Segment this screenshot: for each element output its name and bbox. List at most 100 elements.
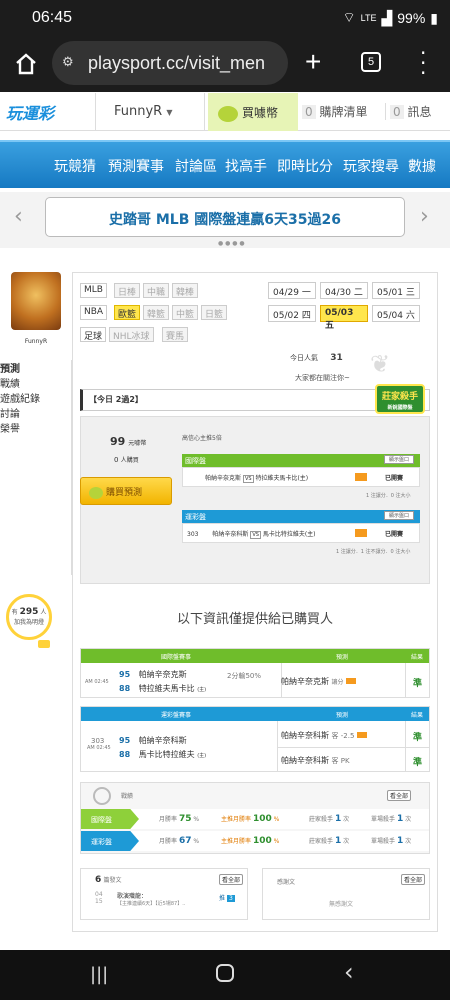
tab-switcher-button[interactable]: 5: [361, 52, 381, 72]
side-item-game-log[interactable]: 遊戲紀錄: [0, 390, 71, 405]
nav-find-expert[interactable]: 找高手: [225, 156, 267, 176]
site-settings-icon[interactable]: ⚙: [62, 54, 74, 70]
league-nhl[interactable]: NHL冰球: [109, 327, 154, 342]
profile-name: FunnyR: [24, 338, 48, 345]
user-menu[interactable]: FunnyR ▼: [95, 93, 205, 131]
league-tags: MLB 日棒 中職 韓棒 NBA 歐籃 韓籃 中籃 日籃 足球 NHL冰球 賽馬: [80, 283, 260, 343]
bet-results-table: 運彩盤賽事 預測 結果 303 AM 02:45 95 帕納辛奈科斯 88 馬卡…: [80, 706, 430, 772]
date-0504[interactable]: 05/04 六: [372, 305, 420, 322]
side-item-discuss[interactable]: 討論: [0, 405, 71, 420]
lock-icon: [355, 529, 367, 537]
clock: 06:45: [32, 9, 73, 26]
league-cba[interactable]: 中籃: [172, 305, 199, 320]
new-tab-icon[interactable]: +: [305, 46, 321, 78]
confidence-note: 高信心主推5倍: [182, 435, 222, 442]
league-euro-basketball[interactable]: 歐籃: [114, 305, 141, 320]
record-bet-row: 運彩盤 月勝率 67 % 主推月勝率 100 % 莊家殺手 1 次 單場殺手 1…: [81, 831, 429, 851]
browser-toolbar: ⚙ playsport.cc/visit_men + 5 · · ·: [0, 36, 450, 92]
date-0429[interactable]: 04/29 一: [268, 282, 316, 299]
signal-icon: ▟: [381, 9, 393, 26]
bet-show-odds-button[interactable]: 顯示盤口: [383, 511, 414, 520]
site-header: 玩運彩 FunnyR ▼ 買噱幣 0 購牌清單 0 訊息: [0, 93, 450, 131]
recent-apps-icon[interactable]: |||: [90, 964, 108, 985]
league-npb[interactable]: 日棒: [114, 283, 141, 298]
decor-leaf-icon: ❦: [370, 350, 391, 378]
intl-summary: 1 注讓分．0 注大小: [366, 493, 411, 499]
popularity-sub: 大家都在關注你~: [295, 374, 350, 382]
popularity-value: 31: [330, 353, 343, 363]
nav-live-score[interactable]: 即時比分: [277, 156, 333, 176]
nav-predict[interactable]: 預測賽事: [108, 156, 164, 176]
league-horse[interactable]: 賽馬: [162, 327, 189, 342]
intl-results-table: 國際盤賽事 預測 結果 AM 02:45 95 帕納辛奈克斯 88 特拉維夫馬卡…: [80, 648, 430, 698]
record-intl-row: 國際盤 月勝率 75 % 主推月勝率 100 % 莊家殺手 1 次 單場殺手 1…: [81, 809, 429, 829]
posts-see-all-button[interactable]: 看全部: [219, 874, 244, 885]
user-name: FunnyR: [114, 104, 163, 119]
more-menu-icon[interactable]: · · ·: [420, 43, 426, 83]
cart-link[interactable]: 0 購牌清單: [302, 103, 367, 120]
popularity: 今日人氣 31: [290, 353, 343, 363]
banner-link[interactable]: 史踏哥 MLB 國際盤連贏6天35過26: [45, 197, 405, 237]
fan-count: 295: [19, 607, 39, 617]
chevron-down-icon: ▼: [166, 108, 173, 117]
intl-show-odds-button[interactable]: 顯示盤口: [383, 455, 414, 464]
league-kbo[interactable]: 韓棒: [172, 283, 199, 298]
avatar[interactable]: [11, 272, 61, 330]
record-see-all-button[interactable]: 看全部: [387, 790, 412, 801]
url-text: playsport.cc/visit_men: [88, 53, 266, 73]
game2-status: 已開賽: [385, 531, 404, 538]
purchase-notice: 以下資訊僅提供給已購買人: [176, 612, 333, 627]
date-0501[interactable]: 05/01 三: [372, 282, 420, 299]
cart-count: 0: [302, 105, 316, 119]
chevron-left-icon[interactable]: ‹: [14, 204, 23, 229]
banner-carousel: ‹ 史踏哥 MLB 國際盤連贏6天35過26 › ● ● ● ●: [0, 192, 450, 248]
address-bar[interactable]: ⚙ playsport.cc/visit_men: [52, 41, 288, 85]
nav-data[interactable]: 數據: [408, 156, 436, 176]
status-bar: 06:45 ⌔ LTE ▟ 99% ▮: [0, 0, 450, 36]
thanks-see-all-button[interactable]: 看全部: [401, 874, 426, 885]
league-mlb[interactable]: MLB: [80, 283, 107, 298]
buyer-count: 0: [114, 456, 119, 464]
intl-bar: 國際盤 顯示盤口: [182, 454, 420, 467]
system-nav-bar: ||| ‹: [0, 950, 450, 1000]
side-item-honor[interactable]: 榮譽: [0, 420, 71, 435]
game1-status: 已開賽: [385, 475, 404, 482]
nav-play-guess[interactable]: 玩競猜: [54, 156, 96, 176]
coin-icon: [218, 105, 238, 122]
lock-icon: [356, 732, 367, 738]
date-0502[interactable]: 05/02 四: [268, 305, 316, 322]
side-item-record[interactable]: 戰績: [0, 375, 71, 390]
league-soccer[interactable]: 足球: [80, 327, 107, 342]
target-icon: [93, 787, 111, 805]
intl-game-row: 帕納辛奈克斯 VS 特拉維夫馬卡比(主) 已開賽: [182, 467, 420, 487]
home-icon[interactable]: [14, 52, 38, 76]
home-button-icon[interactable]: [216, 964, 234, 982]
post-count: 6: [95, 875, 102, 885]
league-kbl[interactable]: 韓籃: [143, 305, 170, 320]
coin-icon: [89, 486, 103, 499]
message-count: 0: [390, 105, 404, 119]
nav-player-search[interactable]: 玩家搜尋: [343, 156, 399, 176]
bulb-base-icon: [38, 640, 50, 648]
chevron-right-icon[interactable]: ›: [420, 204, 429, 229]
post-item[interactable]: 歌演殲龍： 【主推連續6天】【近5場87】..: [117, 891, 185, 907]
lock-icon: [355, 473, 367, 481]
buy-coins-button[interactable]: 買噱幣: [208, 93, 298, 131]
league-jbl[interactable]: 日籃: [201, 305, 228, 320]
date-0430[interactable]: 04/30 二: [320, 282, 368, 299]
side-item-predict[interactable]: 預測: [0, 360, 71, 375]
league-nba[interactable]: NBA: [80, 305, 108, 320]
nav-forum[interactable]: 討論區: [175, 156, 217, 176]
posts-panel: 6 篇發文 看全部 04 15 歌演殲龍： 【主推連續6天】【近5場87】.. 推…: [80, 868, 248, 920]
fan-count-bulb[interactable]: 有 295 人 加我為明燈: [6, 594, 52, 640]
site-logo[interactable]: 玩運彩: [6, 100, 76, 124]
message-link[interactable]: 0 訊息: [385, 103, 431, 120]
side-menu: 預測 戰績 遊戲紀錄 討論 榮譽: [0, 360, 72, 575]
buy-predict-button[interactable]: 購買預測: [80, 477, 172, 505]
date-0503[interactable]: 05/03 五: [320, 305, 368, 331]
wifi-icon: ⌔: [342, 9, 356, 25]
date-picker: 04/29 一 04/30 二 05/01 三 05/02 四 05/03 五 …: [268, 282, 428, 331]
back-icon[interactable]: ‹: [344, 958, 354, 986]
league-cpbl[interactable]: 中職: [143, 283, 170, 298]
battery-icon: ▮: [430, 9, 438, 26]
